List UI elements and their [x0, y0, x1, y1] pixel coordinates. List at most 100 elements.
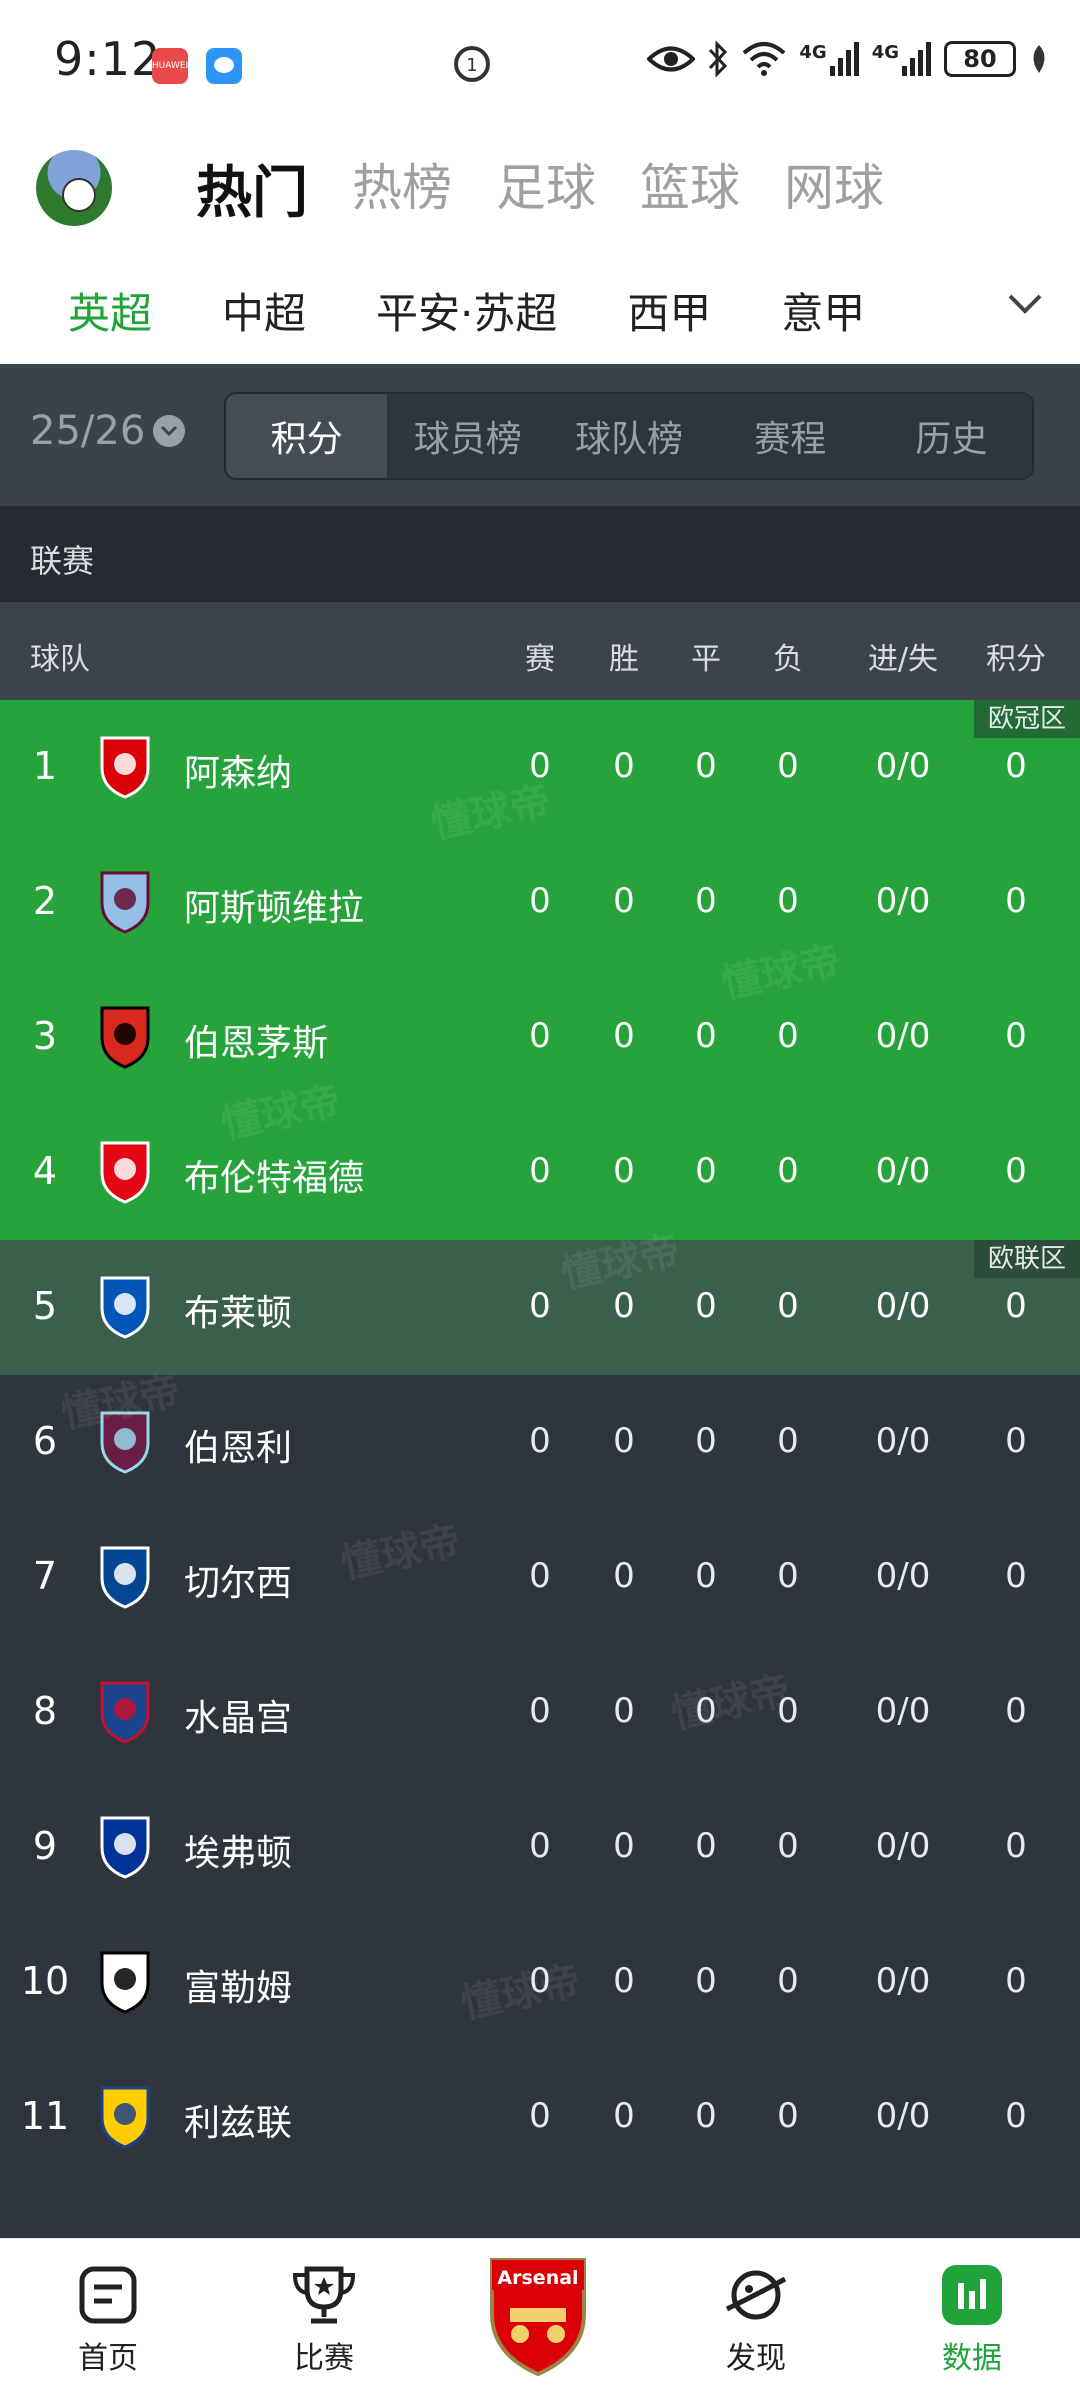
rank: 4: [32, 1149, 58, 1193]
cell-won: 0: [613, 1151, 635, 1191]
header-tab-2[interactable]: 足球: [496, 148, 596, 229]
cell-points: 0: [1005, 1016, 1027, 1056]
cell-goals: 0/0: [875, 746, 931, 786]
segment-3[interactable]: 赛程: [710, 394, 871, 478]
cell-won: 0: [613, 1691, 635, 1731]
cell-played: 0: [529, 1556, 551, 1596]
segment-1[interactable]: 球员榜: [387, 394, 548, 478]
chevron-down-icon[interactable]: [1006, 292, 1044, 320]
cell-points: 0: [1005, 1826, 1027, 1866]
cell-goals: 0/0: [875, 1016, 931, 1056]
header-tab-0[interactable]: 热门: [196, 148, 308, 229]
cell-drawn: 0: [695, 1151, 717, 1191]
team-name: 富勒姆: [184, 1968, 293, 2009]
nav-data[interactable]: 数据: [902, 2265, 1042, 2377]
league-tab-3[interactable]: 西甲: [627, 280, 711, 341]
cell-played: 0: [529, 1286, 551, 1326]
table-row[interactable]: 8 水晶宫 0 0 0 0 0/0 0: [0, 1645, 1080, 1780]
rank: 9: [32, 1824, 58, 1868]
cell-played: 0: [529, 1826, 551, 1866]
table-row[interactable]: 11 利兹联 0 0 0 0 0/0 0: [0, 2050, 1080, 2185]
team-name: 切尔西: [184, 1563, 293, 1604]
cell-points: 0: [1005, 1691, 1027, 1731]
cell-points: 0: [1005, 1556, 1027, 1596]
header-points: 积分: [986, 642, 1046, 677]
stats-segmented-control: 积分 球员榜 球队榜 赛程 历史: [224, 392, 1034, 480]
cell-drawn: 0: [695, 1286, 717, 1326]
nav-team-crest[interactable]: Arsenal: [486, 2254, 590, 2378]
league-section-header: 联赛: [0, 506, 1080, 602]
rank: 10: [20, 1959, 70, 2003]
eye-icon: [647, 46, 696, 72]
wifi-icon: [743, 42, 786, 76]
nav-home[interactable]: 首页: [38, 2265, 178, 2377]
soccer-avatar-icon[interactable]: [36, 150, 112, 226]
cell-lost: 0: [777, 1421, 799, 1461]
team-name: 水晶宫: [184, 1698, 293, 1739]
team-name: 伯恩利: [184, 1428, 293, 1469]
league-tab-2[interactable]: 平安·苏超: [376, 280, 557, 341]
team-crest-icon: [100, 1276, 150, 1339]
league-tab-4[interactable]: 意甲: [781, 280, 865, 341]
team-crest-icon: [100, 2086, 150, 2149]
table-row[interactable]: 4 布伦特福德 0 0 0 0 0/0 0: [0, 1105, 1080, 1240]
battery-indicator: 80: [944, 41, 1016, 77]
nav-discover[interactable]: 发现: [686, 2265, 826, 2377]
team-name: 埃弗顿: [184, 1833, 293, 1874]
team-name: 阿斯顿维拉: [184, 888, 365, 929]
cell-won: 0: [613, 881, 635, 921]
segment-4[interactable]: 历史: [871, 394, 1032, 478]
header-drawn: 平: [691, 642, 721, 677]
table-row[interactable]: 5 布莱顿 0 0 0 0 0/0 0 欧联区: [0, 1240, 1080, 1375]
cell-won: 0: [613, 2096, 635, 2136]
rank: 5: [32, 1284, 58, 1328]
cell-won: 0: [613, 1016, 635, 1056]
arsenal-crest-icon: Arsenal: [490, 2258, 586, 2377]
table-row[interactable]: 2 阿斯顿维拉 0 0 0 0 0/0 0: [0, 835, 1080, 970]
header-lost: 负: [773, 642, 803, 677]
top-header: 热门 热榜 足球 篮球 网球: [0, 130, 1080, 250]
cell-lost: 0: [777, 1016, 799, 1056]
league-tab-0[interactable]: 英超: [68, 280, 153, 377]
svg-text:1: 1: [466, 55, 477, 76]
zone-badge: 欧冠区: [973, 700, 1080, 738]
planet-icon: [725, 2270, 787, 2320]
cell-goals: 0/0: [875, 2096, 931, 2136]
team-crest-icon: [100, 871, 150, 934]
team-crest-icon: [100, 1006, 150, 1069]
zone-badge: 欧联区: [973, 1240, 1080, 1278]
header-tab-4[interactable]: 网球: [784, 148, 884, 229]
nfc-icon: 1: [452, 44, 492, 88]
header-tab-3[interactable]: 篮球: [640, 148, 740, 229]
table-row[interactable]: 9 埃弗顿 0 0 0 0 0/0 0: [0, 1780, 1080, 1915]
season-selector[interactable]: 25/26: [30, 408, 186, 454]
header-goals: 进/失: [867, 642, 939, 677]
dropdown-icon: [153, 415, 186, 447]
header-tab-1[interactable]: 热榜: [352, 148, 452, 229]
cell-points: 0: [1005, 1421, 1027, 1461]
status-time: 9:12: [54, 32, 162, 86]
cell-won: 0: [613, 1556, 635, 1596]
cell-goals: 0/0: [875, 1826, 931, 1866]
cell-won: 0: [613, 1421, 635, 1461]
league-tab-1[interactable]: 中超: [222, 280, 306, 341]
nav-matches[interactable]: 比赛: [254, 2265, 394, 2377]
huawei-app-icon: HUAWEI: [152, 48, 188, 84]
cell-points: 0: [1005, 746, 1027, 786]
cell-played: 0: [529, 1016, 551, 1056]
segment-2[interactable]: 球队榜: [548, 394, 709, 478]
rank: 3: [32, 1014, 58, 1058]
table-row[interactable]: 7 切尔西 0 0 0 0 0/0 0: [0, 1510, 1080, 1645]
segment-0[interactable]: 积分: [226, 394, 388, 478]
table-row[interactable]: 3 伯恩茅斯 0 0 0 0 0/0 0: [0, 970, 1080, 1105]
cell-lost: 0: [777, 1961, 799, 2001]
cell-goals: 0/0: [875, 1961, 931, 2001]
header-played: 赛: [525, 642, 555, 677]
cell-played: 0: [529, 1691, 551, 1731]
team-name: 布莱顿: [184, 1293, 293, 1334]
cell-played: 0: [529, 881, 551, 921]
cell-drawn: 0: [695, 1421, 717, 1461]
cell-drawn: 0: [695, 746, 717, 786]
cell-won: 0: [613, 1826, 635, 1866]
cell-lost: 0: [777, 1556, 799, 1596]
